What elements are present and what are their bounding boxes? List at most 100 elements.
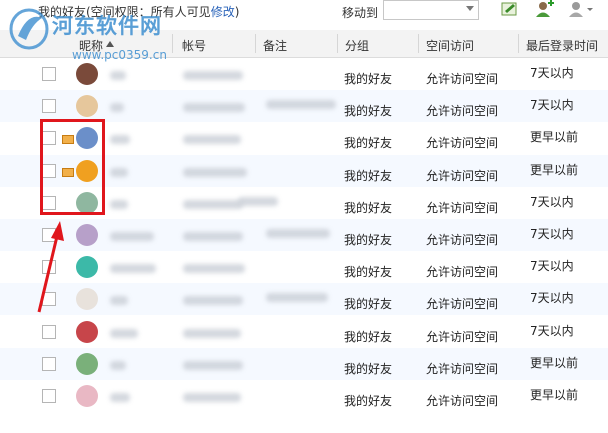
cell-last-login: 7天以内 xyxy=(530,66,574,80)
blurred-account xyxy=(183,167,247,177)
cell-space-access: 允许访问空间 xyxy=(426,168,499,183)
row-checkbox[interactable] xyxy=(42,356,56,371)
cell-last-login: 更早以前 xyxy=(530,388,579,402)
cell-group: 我的好友 xyxy=(344,104,393,119)
cell-last-login: 7天以内 xyxy=(530,98,574,113)
edit-note-icon[interactable] xyxy=(500,0,520,18)
cell-group: 我的好友 xyxy=(344,168,393,183)
cell-last-login: 更早以前 xyxy=(530,130,579,145)
cell-last-login: 更早以前 xyxy=(530,355,579,370)
cell-group: 我的好友 xyxy=(344,136,393,151)
blurred-note xyxy=(266,293,328,303)
blurred-nickname xyxy=(110,328,138,338)
column-divider xyxy=(172,34,173,53)
blurred-nickname xyxy=(110,393,130,402)
friend-table-header: 昵称 帐号 备注 分组 空间访问 最后登录时间 xyxy=(0,30,608,58)
column-space-access[interactable]: 空间访问 xyxy=(426,37,474,54)
blurred-note xyxy=(238,196,278,206)
add-friend-icon[interactable] xyxy=(534,0,554,18)
column-divider xyxy=(255,34,256,53)
blurred-note xyxy=(266,229,330,238)
cell-group: 我的好友 xyxy=(344,72,393,86)
friend-settings-icon[interactable] xyxy=(568,0,594,18)
avatar[interactable] xyxy=(76,288,98,311)
column-divider xyxy=(418,34,419,53)
avatar[interactable] xyxy=(76,352,98,375)
group-permission-title: 我的好友(空间权限：所有人可见修改) xyxy=(38,5,240,19)
column-last-login[interactable]: 最后登录时间 xyxy=(526,37,598,54)
blurred-nickname xyxy=(110,103,124,113)
row-checkbox[interactable] xyxy=(42,389,56,403)
blurred-nickname xyxy=(110,264,156,274)
move-to-dropdown[interactable] xyxy=(383,0,479,20)
cell-space-access: 允许访问空间 xyxy=(426,72,499,86)
avatar[interactable] xyxy=(76,224,98,246)
row-checkbox[interactable] xyxy=(42,99,56,114)
blurred-account xyxy=(183,264,245,274)
cell-space-access: 允许访问空间 xyxy=(426,200,499,215)
cell-last-login: 7天以内 xyxy=(530,194,574,209)
cell-space-access: 允许访问空间 xyxy=(426,265,499,280)
table-row[interactable]: 我的好友 允许访问空间 7天以内 xyxy=(0,251,608,283)
cell-group: 我的好友 xyxy=(344,329,393,344)
cell-space-access: 允许访问空间 xyxy=(426,233,499,247)
highlight-box xyxy=(40,119,105,215)
move-to-label: 移动到 xyxy=(342,6,379,20)
blurred-account xyxy=(183,328,241,338)
blurred-nickname xyxy=(110,167,128,177)
row-checkbox[interactable] xyxy=(42,260,56,275)
blurred-account xyxy=(183,360,243,370)
blurred-nickname xyxy=(110,296,128,306)
row-checkbox[interactable] xyxy=(42,228,56,242)
column-divider xyxy=(518,34,519,53)
edit-permission-link[interactable]: 修改 xyxy=(211,5,235,19)
avatar[interactable] xyxy=(76,320,98,343)
cell-space-access: 允许访问空间 xyxy=(426,297,499,312)
blurred-nickname xyxy=(110,360,126,370)
blurred-nickname xyxy=(110,135,130,145)
cell-group: 我的好友 xyxy=(344,233,393,247)
blurred-nickname xyxy=(110,232,154,241)
cell-last-login: 更早以前 xyxy=(530,162,579,177)
blurred-account xyxy=(183,199,243,209)
cell-group: 我的好友 xyxy=(344,361,393,376)
column-nickname[interactable]: 昵称 xyxy=(79,37,103,54)
table-row[interactable]: 我的好友 允许访问空间 7天以内 xyxy=(0,219,608,251)
sort-up-icon xyxy=(106,41,114,47)
column-divider xyxy=(337,34,338,53)
avatar[interactable] xyxy=(76,256,98,279)
table-row[interactable]: 我的好友 允许访问空间 更早以前 xyxy=(0,347,608,380)
table-row[interactable]: 我的好友 允许访问空间 7天以内 xyxy=(0,58,608,90)
table-row[interactable]: 我的好友 允许访问空间 7天以内 xyxy=(0,316,608,348)
cell-last-login: 7天以内 xyxy=(530,227,574,241)
table-row[interactable]: 我的好友 允许访问空间 7天以内 xyxy=(0,90,608,123)
column-note[interactable]: 备注 xyxy=(263,37,287,54)
avatar[interactable] xyxy=(76,95,98,118)
row-checkbox[interactable] xyxy=(42,67,56,81)
table-row[interactable]: 我的好友 允许访问空间 更早以前 xyxy=(0,380,608,412)
cell-last-login: 7天以内 xyxy=(530,259,574,274)
blurred-account xyxy=(183,103,245,113)
cell-space-access: 允许访问空间 xyxy=(426,329,499,344)
blurred-account xyxy=(183,232,243,241)
cell-group: 我的好友 xyxy=(344,394,393,408)
blurred-account xyxy=(183,296,243,306)
cell-last-login: 7天以内 xyxy=(530,323,574,338)
blurred-nickname xyxy=(110,71,126,80)
column-group[interactable]: 分组 xyxy=(345,37,369,54)
avatar[interactable] xyxy=(76,385,98,407)
blurred-note xyxy=(266,100,336,110)
table-row[interactable]: 我的好友 允许访问空间 7天以内 xyxy=(0,283,608,316)
blurred-account xyxy=(183,135,241,145)
row-checkbox[interactable] xyxy=(42,292,56,307)
blurred-account xyxy=(183,393,241,402)
row-checkbox[interactable] xyxy=(42,324,56,339)
cell-space-access: 允许访问空间 xyxy=(426,136,499,151)
top-toolbar: 我的好友(空间权限：所有人可见修改) 移动到 xyxy=(0,0,608,26)
cell-group: 我的好友 xyxy=(344,200,393,215)
cell-space-access: 允许访问空间 xyxy=(426,361,499,376)
column-account[interactable]: 帐号 xyxy=(182,37,206,54)
avatar[interactable] xyxy=(76,63,98,85)
chevron-down-icon xyxy=(466,6,474,11)
cell-space-access: 允许访问空间 xyxy=(426,394,499,408)
